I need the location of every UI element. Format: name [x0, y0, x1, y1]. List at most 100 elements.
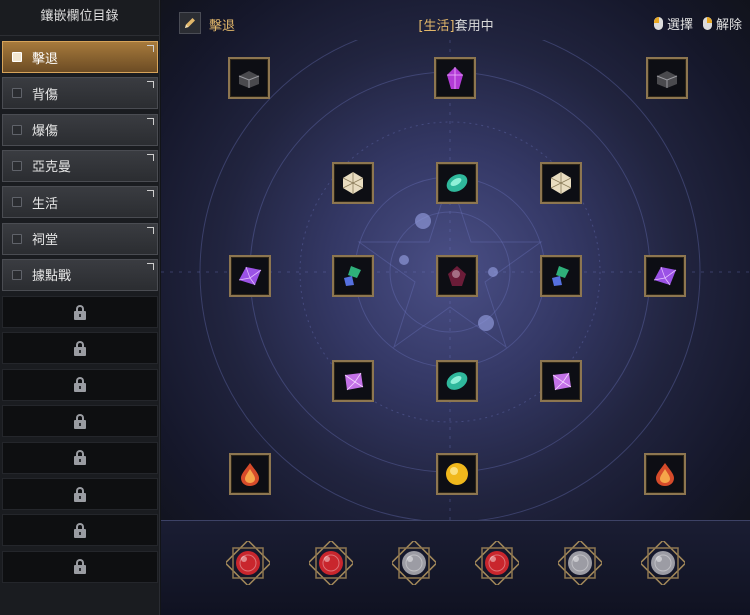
edit-name-button[interactable]: [179, 12, 201, 34]
locked-preset-slot: [2, 296, 158, 328]
locked-preset-slot: [2, 550, 158, 583]
preset-item[interactable]: 祠堂: [2, 222, 158, 255]
gem-slot[interactable]: [332, 255, 374, 297]
preset-label: 祠堂: [32, 233, 59, 248]
lock-icon: [74, 486, 86, 502]
preset-item[interactable]: 爆傷: [2, 113, 158, 146]
preset-label: 爆傷: [32, 124, 59, 140]
remove-label: 解除: [715, 18, 742, 33]
preset-checkbox[interactable]: [12, 197, 22, 208]
status-tag: [生活]: [418, 19, 455, 34]
preset-item[interactable]: 生活: [2, 186, 158, 219]
green-stone-gem-icon: [446, 372, 468, 390]
locked-preset-slot: [2, 478, 158, 510]
white-prism-gem-icon: [550, 172, 572, 194]
preset-label: 據點戰: [32, 269, 72, 285]
locked-preset-slot: [2, 332, 158, 365]
purple-crystal-gem-icon: [447, 67, 463, 89]
lock-icon: [74, 304, 86, 320]
expand-corner-icon: [147, 81, 154, 89]
preset-label: 背傷: [32, 87, 59, 103]
preset-label: 亞克曼: [32, 160, 72, 176]
lock-icon: [74, 522, 86, 538]
socket-board: 擊退 [生活]套用中 選擇 解除: [161, 0, 750, 615]
sidebar: 鑲嵌欄位目錄 擊退背傷爆傷亞克曼生活祠堂據點戰: [0, 0, 160, 615]
gold-orb-gem-icon: [446, 463, 468, 485]
preset-checkbox[interactable]: [12, 124, 22, 135]
silver-round-gem-icon: [390, 539, 438, 587]
bottom-gem-slot[interactable]: [639, 539, 687, 587]
expand-corner-icon: [147, 153, 154, 161]
bottom-gem-slot[interactable]: [390, 539, 438, 587]
pencil-icon: [185, 18, 195, 28]
locked-preset-slot: [2, 441, 158, 474]
gem-slot[interactable]: [332, 162, 374, 204]
preset-checkbox[interactable]: [12, 160, 22, 171]
mouse-hints: 選擇 解除: [648, 14, 742, 33]
gem-slot[interactable]: [436, 360, 478, 402]
board-header: 擊退 [生活]套用中 選擇 解除: [161, 0, 750, 40]
green-stone-gem-icon: [446, 174, 468, 192]
preset-item[interactable]: 背傷: [2, 77, 158, 110]
red-round-gem-icon: [307, 539, 355, 587]
bottom-gem-slot[interactable]: [307, 539, 355, 587]
locked-preset-slot: [2, 368, 158, 401]
preset-checkbox[interactable]: [12, 52, 22, 62]
preset-checkbox[interactable]: [12, 269, 22, 280]
violet-gem-gem-icon: [344, 372, 364, 391]
bottom-gem-slot[interactable]: [224, 539, 272, 587]
gem-slot[interactable]: [228, 57, 270, 99]
preset-item[interactable]: 亞克曼: [2, 149, 158, 182]
gem-slot[interactable]: [229, 453, 271, 495]
lock-icon: [74, 377, 86, 393]
bottom-gem-slot[interactable]: [473, 539, 521, 587]
gem-slot[interactable]: [540, 255, 582, 297]
green-blue-cluster-gem-icon: [344, 266, 361, 286]
dark-red-core-gem-icon: [448, 266, 466, 286]
gem-slot[interactable]: [332, 360, 374, 402]
bottom-gem-slot[interactable]: [556, 539, 604, 587]
fire-drop-gem-icon: [656, 463, 674, 486]
gem-slot[interactable]: [646, 57, 688, 99]
status-text: 套用中: [454, 19, 494, 34]
expand-corner-icon: [147, 190, 154, 198]
preset-item[interactable]: 據點戰: [2, 258, 158, 291]
sidebar-title: 鑲嵌欄位目錄: [0, 0, 159, 36]
lock-icon: [74, 413, 86, 429]
red-round-gem-icon: [224, 539, 272, 587]
gem-slot[interactable]: [644, 453, 686, 495]
gem-slot[interactable]: [434, 57, 476, 99]
lock-icon: [74, 559, 86, 575]
gem-slot[interactable]: [436, 453, 478, 495]
expand-corner-icon: [147, 117, 154, 125]
green-blue-cluster-gem-icon: [552, 266, 569, 286]
gem-slot[interactable]: [540, 162, 582, 204]
lock-icon: [74, 340, 86, 356]
select-label: 選擇: [666, 18, 693, 33]
locked-preset-slot: [2, 405, 158, 438]
black-box-gem-icon: [238, 71, 260, 88]
gem-slot[interactable]: [436, 255, 478, 297]
preset-label: 擊退: [32, 51, 59, 67]
silver-round-gem-icon: [639, 539, 687, 587]
preset-checkbox[interactable]: [12, 233, 22, 244]
violet-shard-gem-icon: [238, 266, 262, 286]
gem-slot[interactable]: [540, 360, 582, 402]
preset-item[interactable]: 擊退: [2, 41, 158, 73]
expand-corner-icon: [147, 262, 154, 270]
locked-preset-slot: [2, 514, 158, 547]
current-preset-name: 擊退: [209, 19, 236, 34]
red-round-gem-icon: [473, 539, 521, 587]
lock-icon: [74, 450, 86, 466]
fire-drop-gem-icon: [241, 463, 259, 486]
left-click-icon: [653, 17, 663, 30]
violet-gem-gem-icon: [552, 372, 572, 391]
gem-slot[interactable]: [229, 255, 271, 297]
expand-corner-icon: [147, 226, 154, 234]
violet-shard-gem-icon: [653, 266, 677, 286]
preset-checkbox[interactable]: [12, 88, 22, 99]
expand-corner-icon: [147, 45, 154, 52]
right-click-icon: [702, 17, 712, 30]
gem-slot[interactable]: [436, 162, 478, 204]
gem-slot[interactable]: [644, 255, 686, 297]
